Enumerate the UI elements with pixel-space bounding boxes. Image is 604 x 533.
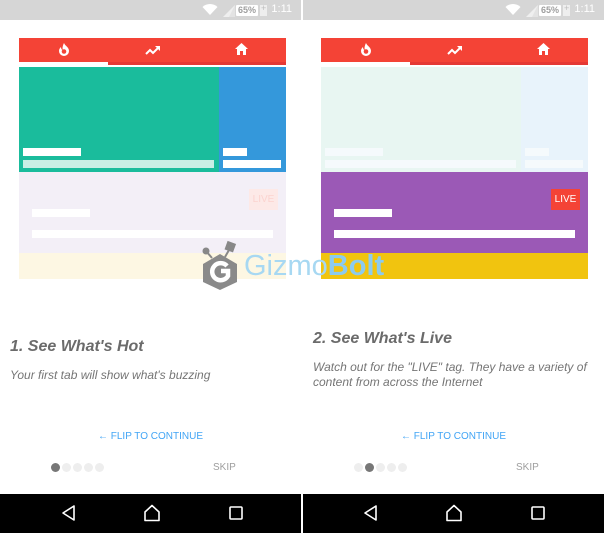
clock: 1:11 [574, 3, 595, 15]
nav-bar [303, 494, 604, 533]
tab-hot[interactable] [19, 38, 108, 64]
flip-to-continue-link[interactable]: ← FLIP TO CONTINUE [0, 431, 301, 442]
recents-icon[interactable] [530, 504, 546, 527]
home-nav-icon[interactable] [445, 504, 463, 527]
screen-2: 65% 1:11 [303, 0, 604, 533]
placeholder-line [223, 148, 247, 156]
flame-icon [58, 42, 70, 61]
wifi-icon [505, 3, 521, 21]
home-nav-icon[interactable] [143, 504, 161, 527]
page-dot-5[interactable] [95, 463, 104, 472]
placeholder-line [223, 160, 281, 168]
tab-hot[interactable] [321, 38, 410, 64]
placeholder-line [23, 160, 214, 168]
placeholder-line [325, 160, 516, 168]
page-dot-1[interactable] [51, 463, 60, 472]
page-dot-4[interactable] [84, 463, 93, 472]
page-dot-3[interactable] [376, 463, 385, 472]
screen-1: 65% 1:11 [0, 0, 301, 533]
tab-indicator [321, 62, 410, 65]
placeholder-line [334, 209, 392, 217]
tab-bar [321, 38, 588, 65]
onboarding-title: 2. See What's Live [313, 330, 452, 347]
placeholder-line [334, 230, 575, 238]
battery-percent: 65% [538, 4, 561, 16]
trending-icon [446, 42, 463, 60]
status-bar: 65% 1:11 [0, 0, 301, 20]
signal-icon [526, 4, 538, 22]
back-icon[interactable] [363, 504, 379, 527]
home-icon [537, 42, 550, 60]
placeholder-line [525, 160, 583, 168]
flame-icon [360, 42, 372, 61]
tab-trending[interactable] [410, 38, 499, 64]
battery-icon: 65% [235, 3, 267, 16]
tab-home[interactable] [197, 38, 286, 64]
app-preview: LIVE [321, 38, 588, 279]
onboarding-description: Your first tab will show what's buzzing [10, 368, 211, 382]
signal-icon [223, 4, 235, 22]
recents-icon[interactable] [228, 504, 244, 527]
page-dot-3[interactable] [73, 463, 82, 472]
hero-card [19, 67, 219, 172]
page-dot-2[interactable] [365, 463, 374, 472]
flip-to-continue-link[interactable]: ← FLIP TO CONTINUE [303, 431, 604, 442]
battery-icon: 65% [538, 3, 570, 16]
placeholder-line [23, 148, 81, 156]
skip-button[interactable]: SKIP [213, 462, 236, 473]
side-card [219, 67, 286, 172]
clock: 1:11 [271, 3, 292, 15]
back-icon[interactable] [61, 504, 77, 527]
live-tag: LIVE [551, 189, 580, 210]
live-card: LIVE [19, 172, 286, 253]
tab-indicator [19, 62, 108, 65]
page-dot-4[interactable] [387, 463, 396, 472]
tab-home[interactable] [499, 38, 588, 64]
app-preview: LIVE [19, 38, 286, 279]
side-card [521, 67, 588, 172]
page-dot-2[interactable] [62, 463, 71, 472]
live-tag: LIVE [249, 189, 278, 210]
page-indicator [354, 463, 407, 472]
page-dot-5[interactable] [398, 463, 407, 472]
home-icon [235, 42, 248, 60]
skip-button[interactable]: SKIP [516, 462, 539, 473]
live-card: LIVE [321, 172, 588, 253]
bottom-card [19, 253, 286, 279]
tab-bar [19, 38, 286, 65]
panel-divider [301, 0, 303, 533]
page-indicator [51, 463, 104, 472]
wifi-icon [202, 3, 218, 21]
onboarding-title: 1. See What's Hot [10, 338, 144, 355]
page-dot-1[interactable] [354, 463, 363, 472]
hero-card [321, 67, 521, 172]
trending-icon [144, 42, 161, 60]
onboarding-description: Watch out for the "LIVE" tag. They have … [313, 360, 587, 389]
placeholder-line [32, 230, 273, 238]
placeholder-line [525, 148, 549, 156]
nav-bar [0, 494, 301, 533]
bottom-card [321, 253, 588, 279]
placeholder-line [32, 209, 90, 217]
battery-percent: 65% [235, 4, 258, 16]
status-bar: 65% 1:11 [303, 0, 604, 20]
tab-trending[interactable] [108, 38, 197, 64]
placeholder-line [325, 148, 383, 156]
